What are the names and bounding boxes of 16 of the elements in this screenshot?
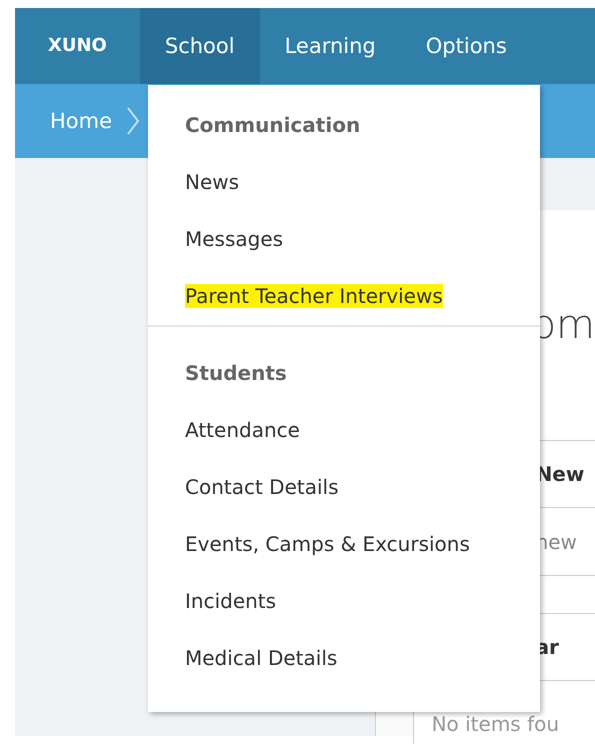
nav-item[interactable]: School [140,8,260,84]
menu-section-heading: Communication [184,112,362,139]
menu-item[interactable]: Events, Camps & Excursions [185,532,470,556]
menu-item[interactable]: Parent Teacher Interviews [185,284,443,308]
menu-item[interactable]: Attendance [185,418,300,442]
menu-item[interactable]: Incidents [185,589,276,613]
nav-item[interactable]: Learning [260,8,401,84]
menu-item[interactable]: Messages [185,227,284,251]
nav-item[interactable]: Options [400,8,532,84]
menu-item[interactable]: News [185,170,240,194]
empty-message: No items fou [432,712,560,736]
menu-section-heading: Students [184,360,288,387]
menu-item[interactable]: Contact Details [185,475,339,499]
logo-text[interactable]: XUNO [15,8,140,84]
chevron-icon [126,106,140,136]
menu-item[interactable]: Medical Details [185,646,338,670]
